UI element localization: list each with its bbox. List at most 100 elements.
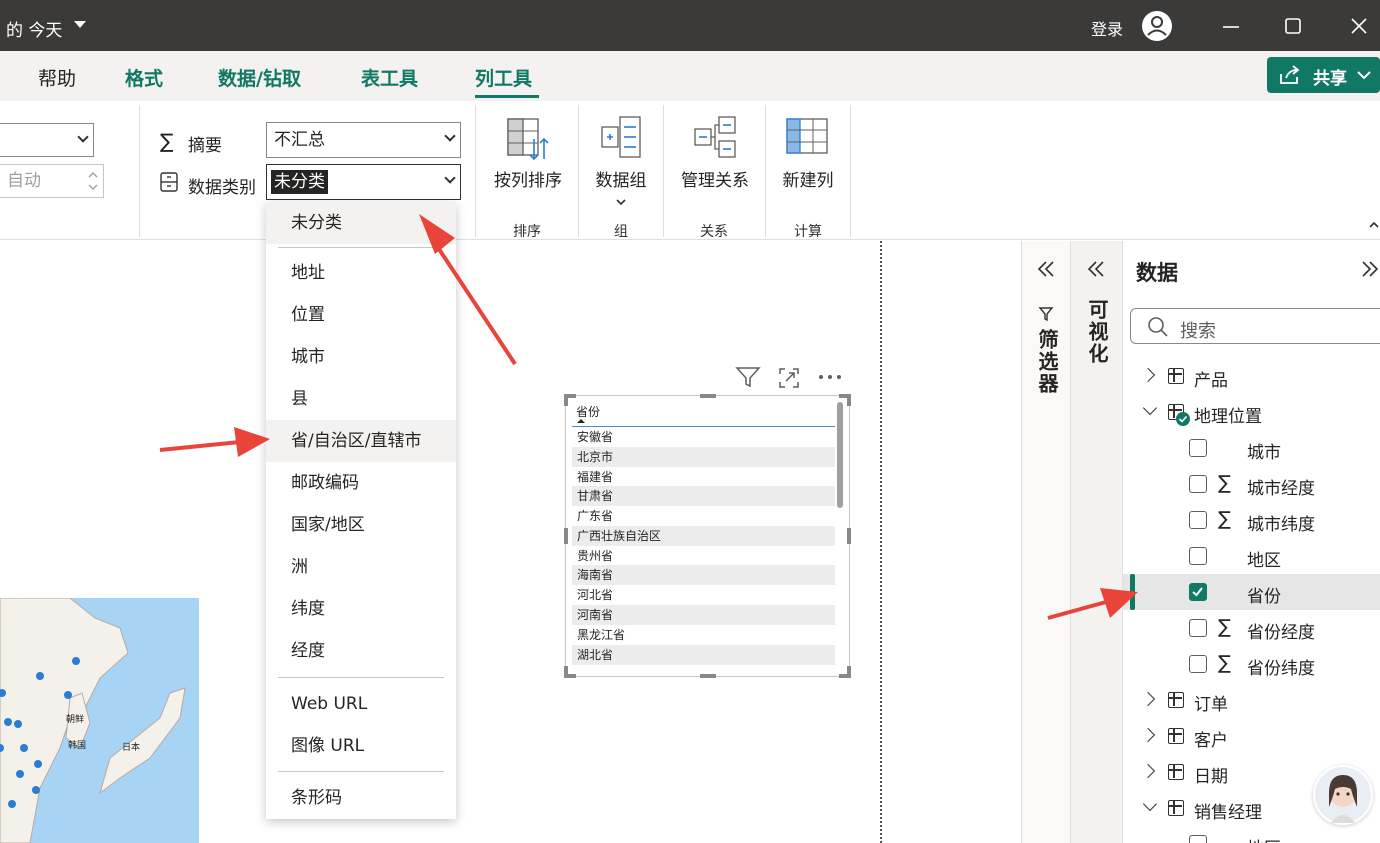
tab-data-drill[interactable]: 数据/钻取 [218,64,301,91]
new-column-button[interactable]: 新建列 [775,115,841,191]
tree-label: 省份纬度 [1247,659,1315,679]
tree-table-geography[interactable]: 地理位置 [1123,394,1380,430]
table-row: 广东省 [577,509,614,523]
maximize-icon[interactable] [1280,13,1306,39]
menu-item-postal-code[interactable]: 邮政编码 [266,462,456,504]
tab-help[interactable]: 帮助 [38,64,76,91]
field-checkbox[interactable] [1189,511,1207,529]
assistant-avatar-icon[interactable] [1313,765,1373,825]
field-checkbox[interactable] [1189,547,1207,565]
sort-by-column-button[interactable]: 按列排序 [487,115,569,191]
tree-field-city-latitude[interactable]: ∑ 城市纬度 [1123,502,1380,538]
more-options-icon[interactable] [817,366,843,388]
resize-handle[interactable] [700,394,716,398]
tree-table-customers[interactable]: 客户 [1123,718,1380,754]
resize-handle[interactable] [700,674,716,678]
account-avatar-icon[interactable] [1142,11,1172,41]
field-checkbox[interactable] [1189,835,1207,843]
table-row: 湖北省 [572,645,835,665]
resize-handle[interactable] [847,666,851,678]
tree-field-city[interactable]: 城市 [1123,430,1380,466]
resize-handle[interactable] [564,394,568,406]
filter-icon[interactable] [735,366,761,388]
new-column-label: 新建列 [782,171,834,191]
login-link[interactable]: 登录 [1091,16,1123,40]
title-dropdown-icon[interactable] [74,21,86,28]
table-row: 贵州省 [577,549,614,563]
share-button[interactable]: 共享 [1267,57,1380,93]
tree-table-product[interactable]: 产品 [1123,358,1380,394]
table-scrollbar[interactable] [837,402,843,508]
field-checkbox[interactable] [1189,655,1207,673]
tree-field-province-longitude[interactable]: ∑ 省份经度 [1123,610,1380,646]
chevron-down-icon [1142,796,1158,812]
data-category-dropdown[interactable]: 未分类 [266,164,461,200]
tab-table-tools[interactable]: 表工具 [361,64,418,91]
field-checkbox[interactable] [1189,475,1207,493]
table-row: 广西壮族自治区 [572,526,835,546]
tree-label: 省份经度 [1247,623,1315,643]
resize-handle[interactable] [564,666,568,678]
spinner-value: 自动 [7,171,41,191]
collapse-data-pane-icon[interactable] [1359,259,1380,279]
menu-item-state-province[interactable]: 省/自治区/直辖市 [266,420,456,462]
tree-label: 产品 [1194,371,1228,391]
tab-column-tools[interactable]: 列工具 [475,64,532,91]
field-checkbox-checked[interactable] [1189,583,1207,601]
menu-item-image-url[interactable]: 图像 URL [266,725,456,767]
field-checkbox[interactable] [1189,619,1207,637]
data-category-label: 数据类别 [188,178,256,198]
menu-item-county[interactable]: 县 [266,378,456,420]
minimize-icon[interactable] [1218,13,1244,39]
decimal-spinner[interactable]: 自动 [0,164,104,198]
tree-label: 地区 [1247,551,1281,571]
tree-label: 地理位置 [1194,407,1262,427]
search-icon [1148,317,1168,337]
data-groups-button[interactable]: 数据组 [588,115,654,211]
menu-item-barcode[interactable]: 条形码 [266,777,456,819]
focus-mode-icon[interactable] [777,366,801,388]
table-row: 福建省 [577,470,614,484]
summary-dropdown[interactable]: 不汇总 [266,122,461,158]
group-group-label: 组 [614,224,628,240]
check-badge-icon [1176,412,1190,426]
table-icon [1168,800,1184,816]
tab-format[interactable]: 格式 [125,64,163,91]
active-tab-indicator [475,95,539,98]
map-landmass [0,598,186,843]
menu-item-longitude[interactable]: 经度 [266,630,456,672]
menu-item-country-region[interactable]: 国家/地区 [266,504,456,546]
table-icon [1168,692,1184,708]
resize-handle[interactable] [564,528,568,544]
visualizations-pane[interactable]: 可视化 [1070,241,1122,843]
filters-title: 筛选器 [1035,329,1059,395]
tree-label: 订单 [1194,695,1228,715]
resize-handle[interactable] [847,528,851,544]
sigma-icon: ∑ [1218,472,1231,494]
filters-pane[interactable]: 筛选器 [1021,241,1070,843]
close-icon[interactable] [1346,13,1372,39]
tree-table-orders[interactable]: 订单 [1123,682,1380,718]
expand-filters-icon[interactable] [1035,259,1057,279]
resize-handle[interactable] [847,394,851,406]
tree-field-province[interactable]: 省份 [1123,574,1380,610]
tree-field-city-longitude[interactable]: ∑ 城市经度 [1123,466,1380,502]
map-visual[interactable]: 朝鲜 韩国 日本 [0,598,199,843]
table-visual[interactable]: 省份 安徽省 北京市 福建省 甘肃省 广东省 广西壮族自治区 贵州省 海南省 河… [564,394,851,678]
menu-item-latitude[interactable]: 纬度 [266,588,456,630]
chevron-right-icon [1140,367,1156,383]
expand-visualizations-icon[interactable] [1085,259,1107,279]
new-column-icon [786,118,828,154]
collapse-ribbon-icon[interactable] [1368,220,1380,230]
manage-relationships-button[interactable]: 管理关系 [672,115,758,191]
table-row: 河南省 [572,605,835,625]
tree-field-region-2[interactable]: 地区 [1123,826,1380,843]
menu-item-continent[interactable]: 洲 [266,546,456,588]
menu-item-web-url[interactable]: Web URL [266,683,456,725]
document-title[interactable]: 的 今天 [6,16,62,41]
data-search-input[interactable]: 搜索 [1130,308,1380,344]
field-checkbox[interactable] [1189,439,1207,457]
tree-field-region[interactable]: 地区 [1123,538,1380,574]
format-dropdown[interactable] [0,123,94,157]
tree-field-province-latitude[interactable]: ∑ 省份纬度 [1123,646,1380,682]
